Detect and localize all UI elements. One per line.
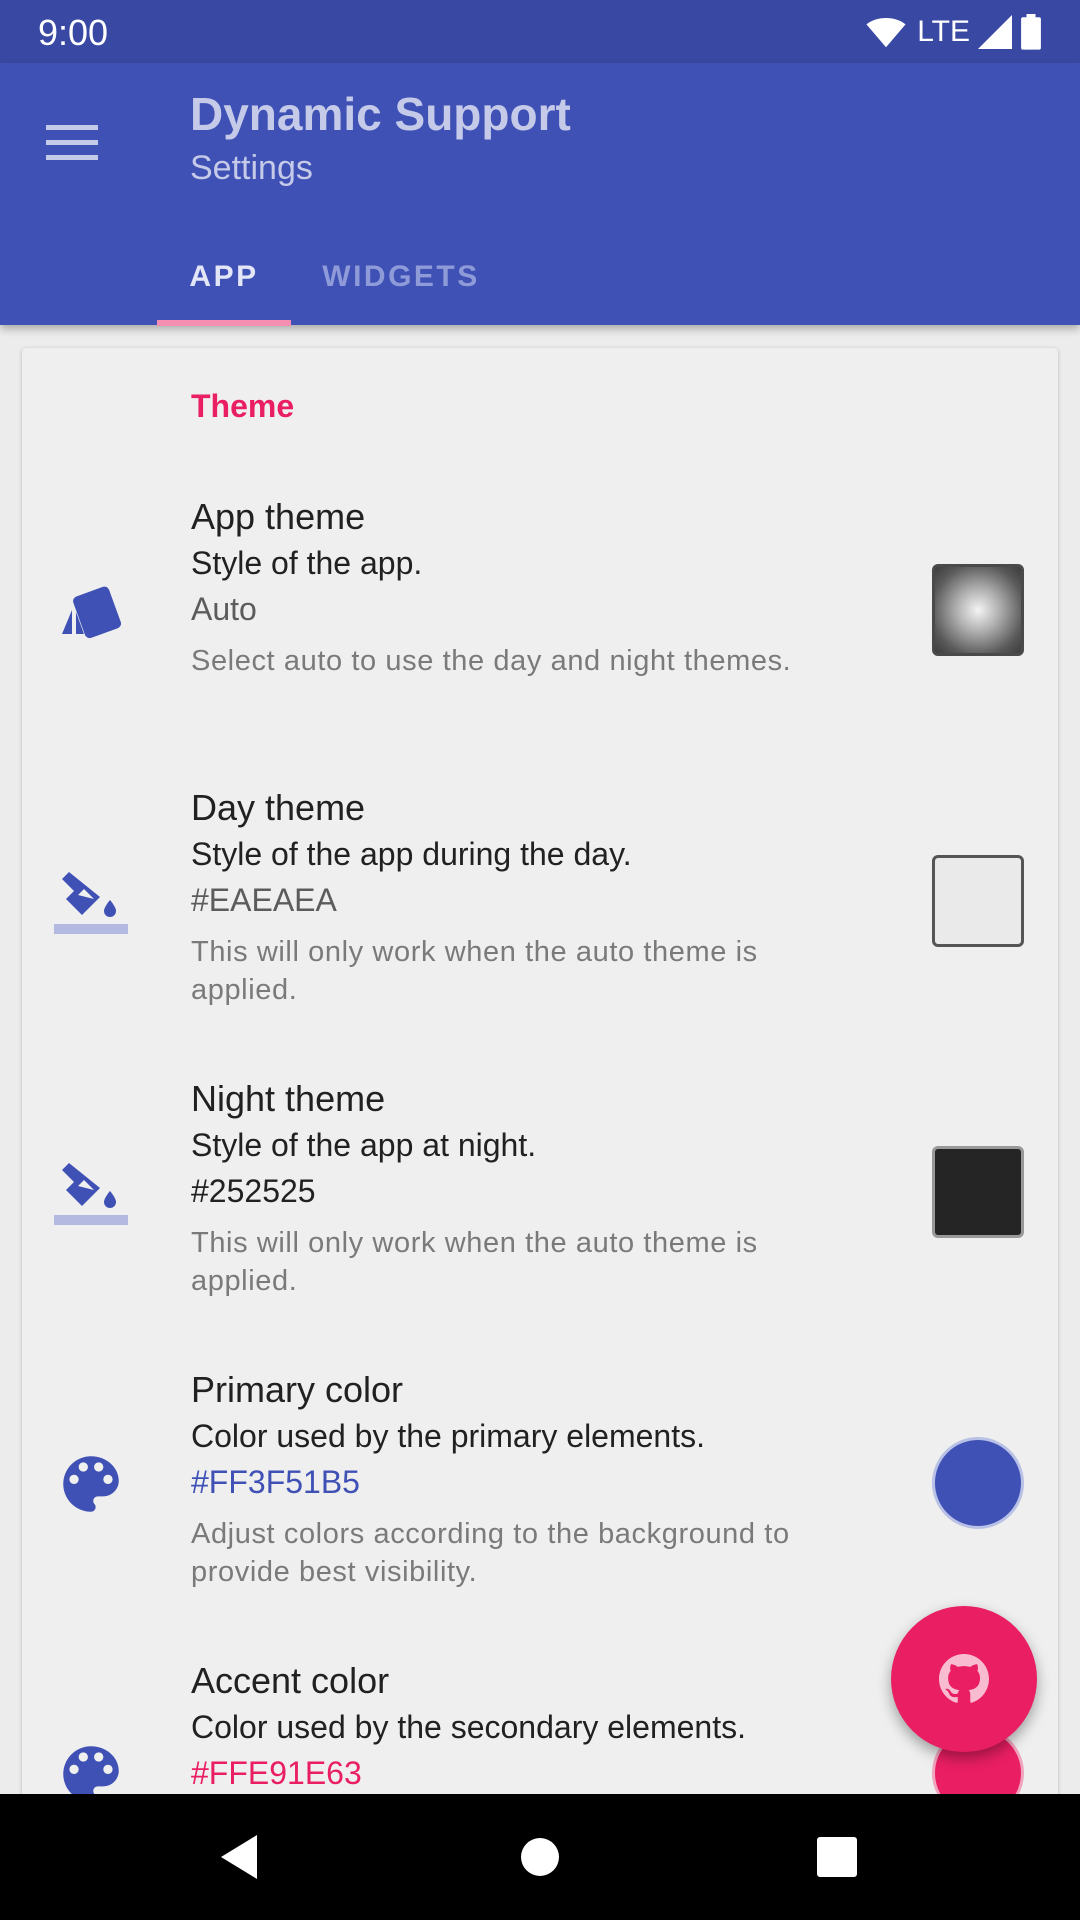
github-fab[interactable] (891, 1606, 1037, 1752)
tab-indicator (157, 320, 291, 326)
status-time: 9:00 (38, 12, 109, 53)
pref-app-theme[interactable]: App theme Style of the app. Auto Select … (191, 494, 851, 680)
github-icon (939, 1654, 989, 1703)
back-icon (221, 1835, 257, 1879)
app-bar: Dynamic Support Settings APP WIDGETS (0, 63, 1080, 326)
pref-title: Primary color (191, 1369, 404, 1410)
theme-cards-icon (54, 572, 128, 646)
home-icon (521, 1838, 559, 1876)
pref-value: #252525 (191, 1173, 316, 1209)
app-subtitle: Settings (190, 149, 313, 187)
menu-icon (46, 125, 98, 160)
pref-title: Accent color (191, 1660, 390, 1701)
night-theme-swatch[interactable] (932, 1146, 1024, 1238)
pref-description: Adjust colors according to the backgroun… (191, 1518, 790, 1588)
signal-icon (978, 15, 1012, 49)
pref-value: #FF3F51B5 (191, 1464, 360, 1500)
pref-value: Auto (191, 591, 257, 627)
pref-summary: Color used by the secondary elements. (191, 1709, 746, 1745)
format-color-fill-icon (54, 862, 128, 936)
app-title: Dynamic Support (190, 88, 571, 140)
primary-color-swatch[interactable] (932, 1437, 1024, 1529)
tab-app[interactable]: APP (157, 229, 291, 325)
palette-icon (54, 1447, 128, 1521)
menu-button[interactable] (36, 107, 108, 179)
pref-night-theme[interactable]: Night theme Style of the app at night. #… (191, 1076, 851, 1300)
pref-primary-color[interactable]: Primary color Color used by the primary … (191, 1367, 851, 1591)
recents-icon (817, 1837, 857, 1877)
pref-title: Night theme (191, 1078, 386, 1119)
home-button[interactable] (505, 1822, 575, 1892)
pref-summary: Style of the app. (191, 545, 423, 581)
pref-day-theme[interactable]: Day theme Style of the app during the da… (191, 785, 851, 1009)
pref-summary: Color used by the primary elements. (191, 1418, 705, 1454)
day-theme-swatch[interactable] (932, 855, 1024, 947)
pref-summary: Style of the app during the day. (191, 836, 632, 872)
section-title: Theme (191, 388, 295, 424)
pref-description: This will only work when the auto theme … (191, 936, 758, 1006)
pref-value: #EAEAEA (191, 882, 337, 918)
navigation-bar (0, 1794, 1080, 1920)
app-theme-swatch[interactable] (932, 564, 1024, 656)
status-bar: 9:00 LTE (0, 0, 1080, 63)
pref-description: This will only work when the auto theme … (191, 1227, 758, 1297)
pref-value: #FFE91E63 (191, 1755, 362, 1791)
pref-accent-color[interactable]: Accent color Color used by the secondary… (191, 1658, 851, 1796)
wifi-icon (866, 17, 906, 48)
tab-widgets[interactable]: WIDGETS (300, 229, 502, 325)
recents-button[interactable] (802, 1822, 872, 1892)
status-icons: LTE (865, 10, 1042, 54)
pref-summary: Style of the app at night. (191, 1127, 537, 1163)
battery-icon (1021, 14, 1041, 50)
network-type: LTE (917, 15, 970, 48)
back-button[interactable] (204, 1822, 274, 1892)
pref-description: Select auto to use the day and night the… (191, 645, 792, 677)
format-color-fill-icon (54, 1153, 128, 1227)
pref-title: App theme (191, 496, 366, 537)
pref-title: Day theme (191, 787, 366, 828)
